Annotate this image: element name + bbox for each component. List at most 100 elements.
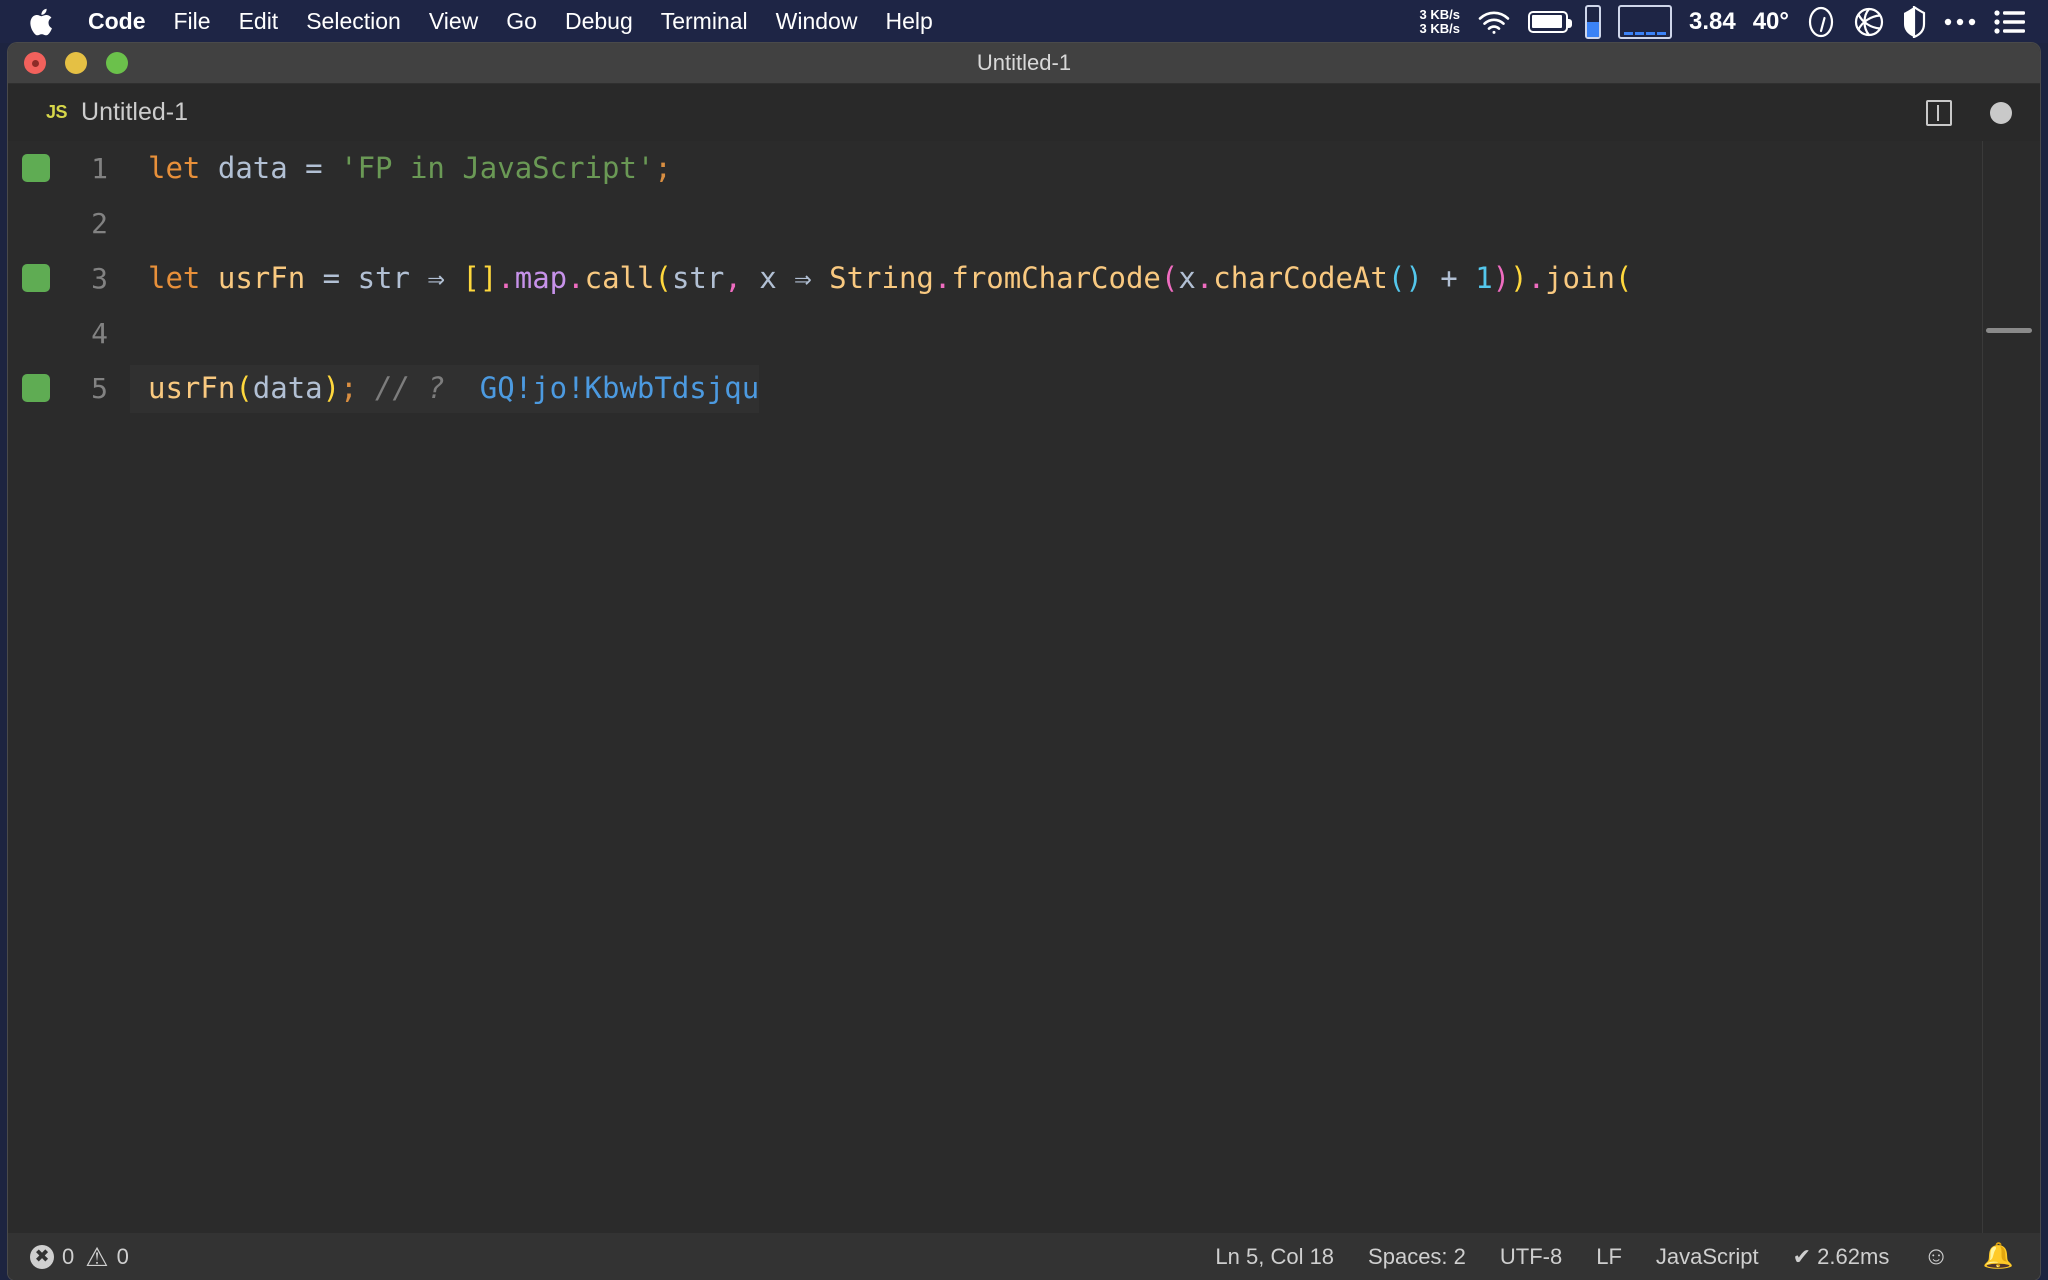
code-token: ⇒ xyxy=(427,261,444,295)
code-token: 'FP in JavaScript' xyxy=(340,151,654,185)
line-content[interactable] xyxy=(130,310,165,358)
split-editor-icon[interactable] xyxy=(1926,100,1952,126)
minimize-button[interactable] xyxy=(65,52,87,74)
wifi-icon[interactable] xyxy=(1477,9,1511,35)
close-button[interactable] xyxy=(24,52,46,74)
gutter-marker[interactable] xyxy=(22,374,50,402)
menu-bar-status-items: 3 KB/s 3 KB/s 3.84 40° xyxy=(1420,5,2048,39)
menu-item-edit[interactable]: Edit xyxy=(225,0,293,43)
code-token: join xyxy=(1545,261,1615,295)
speedometer-icon[interactable] xyxy=(1806,5,1836,39)
editor-line-2[interactable]: 2 xyxy=(8,196,2040,251)
encoding-setting[interactable]: UTF-8 xyxy=(1500,1244,1562,1270)
code-token xyxy=(410,261,427,295)
menu-item-file[interactable]: File xyxy=(160,0,225,43)
language-mode[interactable]: JavaScript xyxy=(1656,1244,1759,1270)
apple-logo-icon[interactable] xyxy=(28,7,54,37)
code-token: = xyxy=(323,261,340,295)
editor-line-5[interactable]: 5usrFn(data); // ? GQ!jo!KbwbTdsjqu xyxy=(8,361,2040,416)
line-content[interactable]: usrFn(data); // ? GQ!jo!KbwbTdsjqu xyxy=(130,365,759,413)
zoom-button[interactable] xyxy=(106,52,128,74)
code-token: ) xyxy=(323,371,340,405)
temperature-value[interactable]: 40° xyxy=(1753,8,1789,36)
eol-setting[interactable]: LF xyxy=(1596,1244,1622,1270)
tab-untitled-1[interactable]: JS Untitled-1 xyxy=(8,84,214,141)
code-token: ; xyxy=(340,371,357,405)
system-load-value[interactable]: 3.84 xyxy=(1689,8,1736,36)
code-token: call xyxy=(585,261,655,295)
code-token: data xyxy=(253,371,323,405)
code-token: . xyxy=(1196,261,1213,295)
network-upload-speed: 3 KB/s xyxy=(1420,8,1460,22)
code-token: , xyxy=(724,261,741,295)
code-token xyxy=(305,261,322,295)
code-token: GQ!jo!KbwbTdsjqu xyxy=(480,371,759,405)
code-editor[interactable]: 1let data = 'FP in JavaScript';2 3let us… xyxy=(8,141,2040,1233)
code-token: . xyxy=(1528,261,1545,295)
shield-icon[interactable] xyxy=(1902,6,1926,38)
editor-line-4[interactable]: 4 xyxy=(8,306,2040,361)
error-circle-icon: ✖ xyxy=(30,1245,54,1269)
code-token: ( xyxy=(654,261,671,295)
code-token: ( xyxy=(1615,261,1632,295)
menu-list-icon[interactable] xyxy=(1994,9,2026,35)
gutter-marker[interactable] xyxy=(22,154,50,182)
menu-item-terminal[interactable]: Terminal xyxy=(647,0,762,43)
code-token: ( xyxy=(1161,261,1178,295)
bell-icon[interactable]: 🔔 xyxy=(1983,1242,2014,1271)
menu-item-view[interactable]: View xyxy=(415,0,492,43)
code-token: ⇒ xyxy=(794,261,811,295)
code-token: map xyxy=(515,261,567,295)
code-token xyxy=(288,151,305,185)
line-content[interactable] xyxy=(130,200,165,248)
code-token: x xyxy=(1178,261,1195,295)
cpu-graph-icon[interactable] xyxy=(1618,5,1672,39)
battery-icon[interactable] xyxy=(1528,11,1568,33)
code-token xyxy=(358,371,375,405)
menu-item-code[interactable]: Code xyxy=(74,0,160,43)
vscode-window: Untitled-1 JS Untitled-1 1let data = 'FP… xyxy=(8,43,2040,1280)
code-token: x xyxy=(742,261,794,295)
menu-item-selection[interactable]: Selection xyxy=(292,0,415,43)
window-traffic-lights xyxy=(24,52,128,74)
warning-triangle-icon: ⚠ xyxy=(85,1244,108,1270)
gutter-marker[interactable] xyxy=(22,264,50,292)
editor-line-1[interactable]: 1let data = 'FP in JavaScript'; xyxy=(8,141,2040,196)
network-speed-indicator[interactable]: 3 KB/s 3 KB/s xyxy=(1420,8,1460,36)
status-bar-right: Ln 5, Col 18 Spaces: 2 UTF-8 LF JavaScri… xyxy=(1215,1242,2040,1271)
ellipsis-icon[interactable] xyxy=(1943,16,1977,28)
code-token xyxy=(445,261,462,295)
code-token: fromCharCode xyxy=(951,261,1161,295)
code-token: str xyxy=(672,261,724,295)
indentation-setting[interactable]: Spaces: 2 xyxy=(1368,1244,1466,1270)
editor-line-3[interactable]: 3let usrFn = str ⇒ [].map.call(str, x ⇒ … xyxy=(8,251,2040,306)
run-time-status[interactable]: ✔ 2.62ms xyxy=(1793,1244,1890,1270)
horizontal-scrollbar[interactable] xyxy=(1986,328,2032,333)
menu-item-window[interactable]: Window xyxy=(762,0,872,43)
menu-item-help[interactable]: Help xyxy=(871,0,946,43)
code-token: // ? xyxy=(375,371,445,405)
menu-item-debug[interactable]: Debug xyxy=(551,0,647,43)
smiley-icon[interactable]: ☺ xyxy=(1923,1242,1949,1271)
editor-lines: 1let data = 'FP in JavaScript';2 3let us… xyxy=(8,141,2040,416)
window-title: Untitled-1 xyxy=(8,50,2040,76)
menu-item-go[interactable]: Go xyxy=(492,0,551,43)
code-token: usrFn xyxy=(218,261,305,295)
aperture-icon[interactable] xyxy=(1853,6,1885,38)
code-token xyxy=(323,151,340,185)
errors-status[interactable]: ✖ 0 xyxy=(30,1244,74,1270)
unsaved-dot-icon[interactable] xyxy=(1990,102,2012,124)
memory-gauge-icon[interactable] xyxy=(1585,5,1601,39)
window-titlebar: Untitled-1 xyxy=(8,43,2040,84)
code-token: let xyxy=(148,261,200,295)
warnings-status[interactable]: ⚠ 0 xyxy=(85,1244,129,1270)
tab-bar-actions xyxy=(1926,100,2040,126)
code-token: = xyxy=(305,151,322,185)
line-content[interactable]: let data = 'FP in JavaScript'; xyxy=(130,145,672,193)
code-token: usrFn xyxy=(148,371,235,405)
code-token xyxy=(340,261,357,295)
code-token: charCodeAt xyxy=(1213,261,1388,295)
line-content[interactable]: let usrFn = str ⇒ [].map.call(str, x ⇒ S… xyxy=(130,255,1632,303)
code-token: ; xyxy=(654,151,671,185)
cursor-position[interactable]: Ln 5, Col 18 xyxy=(1215,1244,1334,1270)
